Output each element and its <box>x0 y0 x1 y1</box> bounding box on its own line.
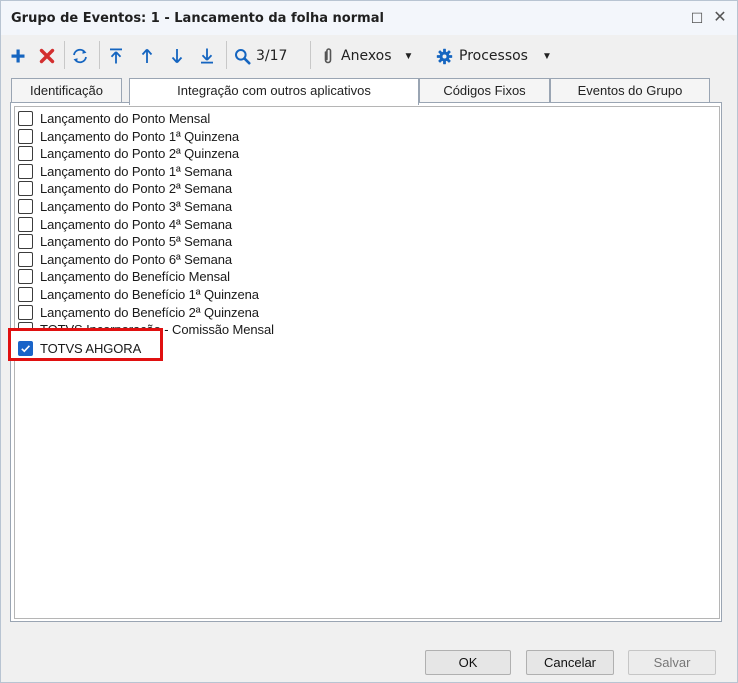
chevron-down-icon: ▼ <box>541 50 552 62</box>
tab-codigos-fixos[interactable]: Códigos Fixos <box>419 78 550 103</box>
checkmark-icon <box>21 345 30 353</box>
plus-icon <box>11 49 25 63</box>
checkbox[interactable] <box>18 269 33 285</box>
list-item-label: Lançamento do Benefício Mensal <box>40 269 230 285</box>
list-item-label: Lançamento do Benefício 1ª Quinzena <box>40 287 259 302</box>
list-item[interactable]: Lançamento do Ponto 4ª Semana <box>18 216 232 233</box>
last-record-button[interactable] <box>197 45 217 67</box>
last-record-icon <box>201 48 213 64</box>
checkbox-checked[interactable] <box>18 340 33 356</box>
next-record-icon <box>171 49 183 64</box>
checkbox[interactable] <box>18 287 33 302</box>
chevron-down-icon: ▼ <box>403 50 414 62</box>
checkbox[interactable] <box>18 163 33 179</box>
list-item[interactable]: Lançamento do Ponto 1ª Quinzena <box>18 128 239 145</box>
checkbox[interactable] <box>18 234 33 250</box>
list-item-label: Lançamento do Ponto 1ª Semana <box>40 163 232 179</box>
list-item-label: Lançamento do Benefício 2ª Quinzena <box>40 304 259 320</box>
list-item[interactable]: Lançamento do Ponto 2ª Semana <box>18 180 232 197</box>
list-item-label: Lançamento do Ponto 1ª Quinzena <box>40 128 240 144</box>
list-item-label: Lançamento do Ponto 2ª Quinzena <box>40 146 240 162</box>
checkbox[interactable] <box>18 181 33 197</box>
title-bar: Grupo de Eventos: 1 - Lancamento da folh… <box>1 1 737 35</box>
refresh-button[interactable] <box>69 45 91 67</box>
save-button[interactable]: Salvar <box>628 650 716 675</box>
dialog-window: Grupo de Eventos: 1 - Lancamento da folh… <box>0 0 738 683</box>
tab-eventos-do-grupo[interactable]: Eventos do Grupo <box>550 78 710 103</box>
list-item-label: Lançamento do Ponto 4ª Semana <box>40 216 232 232</box>
integration-checklist: Lançamento do Ponto Mensal Lançamento do… <box>14 106 720 619</box>
list-item[interactable]: Lançamento do Ponto Mensal <box>18 110 210 127</box>
anexos-label: Anexos <box>341 48 392 64</box>
tab-integracao[interactable]: Integração com outros aplicativos <box>129 78 419 105</box>
search-button[interactable] <box>232 45 252 67</box>
record-position-text: 3/17 <box>256 48 288 64</box>
list-item[interactable]: Lançamento do Benefício Mensal <box>18 268 230 285</box>
list-item-label: Lançamento do Ponto 6ª Semana <box>40 251 232 267</box>
checkbox[interactable] <box>18 111 33 126</box>
toolbar-separator <box>64 41 65 69</box>
anexos-menu-button[interactable]: Anexos ▼ <box>322 45 426 67</box>
paperclip-icon <box>324 48 332 64</box>
ok-button[interactable]: OK <box>425 650 511 675</box>
add-button[interactable] <box>8 45 28 67</box>
first-record-icon <box>110 48 122 64</box>
search-icon <box>234 48 250 64</box>
list-item-label: Lançamento do Ponto 5ª Semana <box>40 234 232 250</box>
checkbox[interactable] <box>18 128 33 144</box>
list-item[interactable]: Lançamento do Ponto 6ª Semana <box>18 251 232 268</box>
list-item[interactable]: Lançamento do Benefício 1ª Quinzena <box>18 286 259 303</box>
list-item-label: Lançamento do Ponto 2ª Semana <box>40 181 232 197</box>
list-item-selected[interactable]: TOTVS AHGORA <box>18 340 141 357</box>
checkbox[interactable] <box>18 146 33 162</box>
previous-record-icon <box>141 48 153 63</box>
record-position: 3/17 <box>256 45 298 67</box>
processos-label: Processos <box>459 48 528 64</box>
tab-identificacao[interactable]: Identificação <box>11 78 122 103</box>
checkbox[interactable] <box>18 251 33 267</box>
list-item-label: Lançamento do Ponto Mensal <box>40 111 211 126</box>
tab-panel: Lançamento do Ponto Mensal Lançamento do… <box>10 102 722 622</box>
toolbar-separator <box>310 41 311 69</box>
refresh-icon <box>73 48 87 64</box>
list-item[interactable]: Lançamento do Ponto 3ª Semana <box>18 198 232 215</box>
toolbar: 3/17 Anexos ▼ Processos ▼ <box>1 37 737 75</box>
next-record-button[interactable] <box>167 45 187 67</box>
checkbox[interactable] <box>18 199 33 214</box>
list-item[interactable]: Lançamento do Ponto 1ª Semana <box>18 163 232 180</box>
list-item-label: TOTVS AHGORA <box>40 340 142 356</box>
previous-record-button[interactable] <box>137 45 157 67</box>
list-item[interactable]: Lançamento do Ponto 5ª Semana <box>18 233 232 250</box>
checkbox[interactable] <box>18 216 33 232</box>
gear-icon <box>436 48 453 64</box>
toolbar-separator <box>99 41 100 69</box>
toolbar-separator <box>226 41 227 69</box>
list-item-label: Lançamento do Ponto 3ª Semana <box>40 199 232 214</box>
list-item[interactable]: Lançamento do Benefício 2ª Quinzena <box>18 304 259 321</box>
window-title: Grupo de Eventos: 1 - Lancamento da folh… <box>11 11 384 26</box>
delete-x-icon <box>39 48 55 64</box>
processos-menu-button[interactable]: Processos ▼ <box>436 45 558 67</box>
checkbox[interactable] <box>18 304 33 320</box>
delete-button[interactable] <box>37 45 57 67</box>
close-icon[interactable]: ✕ <box>712 9 728 27</box>
maximize-icon[interactable]: ☐ <box>689 9 705 27</box>
list-item[interactable]: Lançamento do Ponto 2ª Quinzena <box>18 145 239 162</box>
first-record-button[interactable] <box>106 45 126 67</box>
cancel-button[interactable]: Cancelar <box>526 650 614 675</box>
